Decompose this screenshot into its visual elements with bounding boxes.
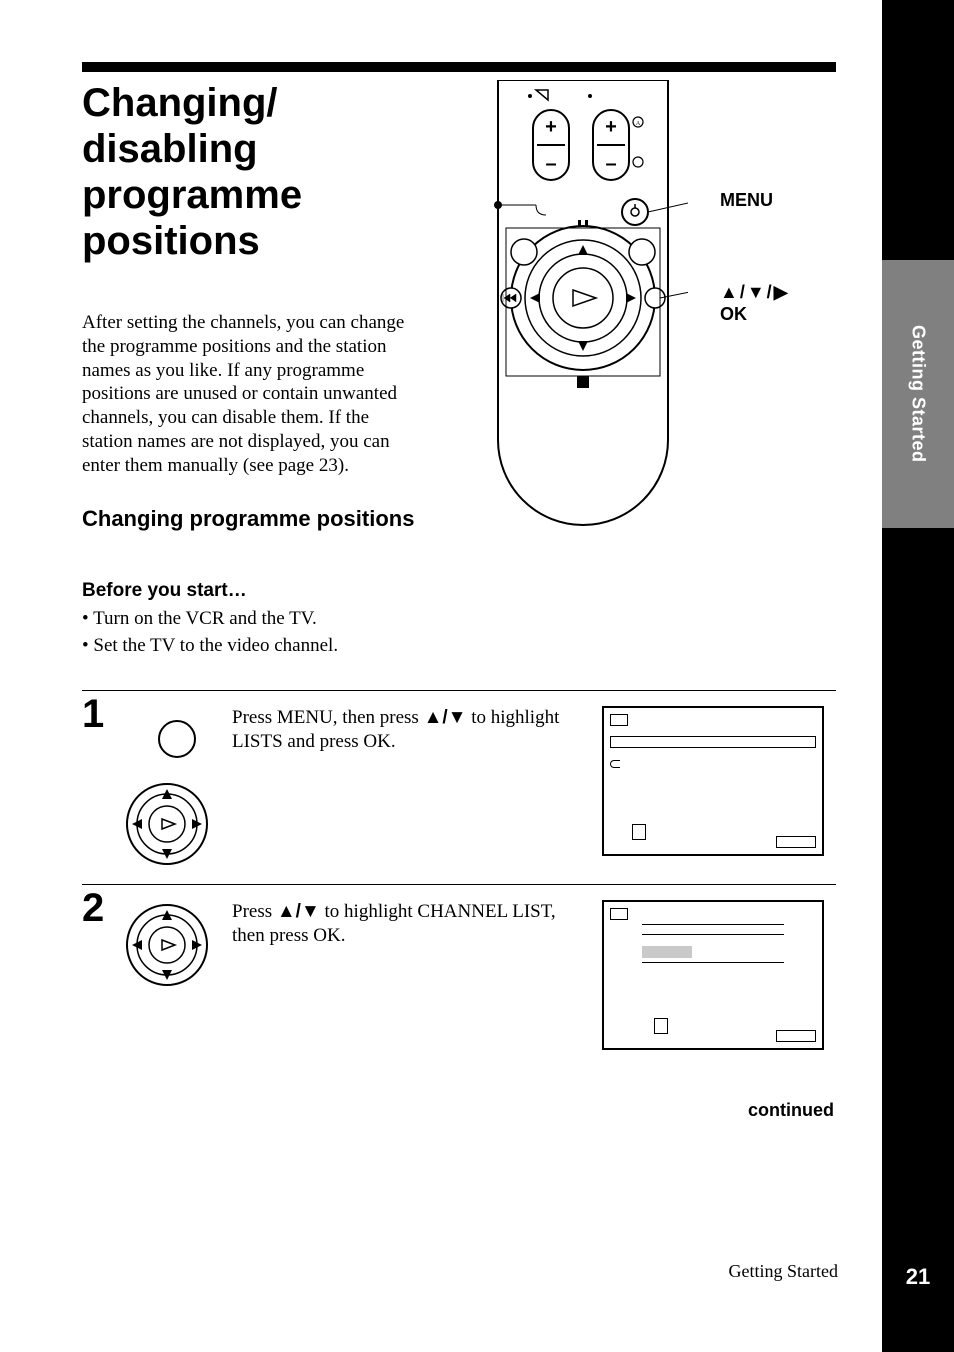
remote-icon: + – + – A	[478, 80, 688, 540]
step-number: 2	[82, 886, 104, 931]
footer-section-label: Getting Started	[0, 1261, 838, 1282]
screen-row	[642, 924, 784, 925]
before-you-start-list: Turn on the VCR and the TV. Set the TV t…	[82, 606, 442, 659]
step-divider	[82, 690, 836, 691]
screen-highlight	[642, 946, 692, 958]
side-bar-top-black	[882, 0, 954, 260]
step-remote-icon	[122, 900, 212, 990]
screen-footer-box	[776, 1030, 816, 1042]
step-text: Press MENU, then press ▲/▼ to highlight …	[232, 706, 582, 754]
top-rule	[82, 62, 836, 72]
screen-row	[642, 934, 784, 935]
list-item: Set the TV to the video channel.	[82, 633, 442, 660]
remote-label-ok: OK	[720, 304, 747, 325]
step-number: 1	[82, 692, 104, 737]
up-down-arrows-icon: ▲/▼	[277, 901, 320, 922]
right-arrow-icon: ▶	[774, 282, 788, 303]
step-text-pre: Press	[232, 901, 277, 922]
svg-text:–: –	[605, 153, 616, 175]
subsection-heading: Changing programme positions	[82, 506, 422, 531]
screen-illustration	[602, 706, 824, 856]
up-arrow-icon: ▲	[720, 282, 738, 303]
step-text-pre: Press MENU, then press	[232, 707, 424, 728]
screen-row	[642, 962, 784, 963]
page-number: 21	[882, 1264, 954, 1290]
remote-label-menu: MENU	[720, 190, 773, 211]
screen-header-icon	[610, 714, 628, 726]
side-tab-label: Getting Started	[908, 325, 929, 463]
screen-menu-bar	[610, 736, 816, 748]
svg-text:+: +	[605, 116, 617, 138]
side-tab: Getting Started	[882, 260, 954, 528]
down-arrow-icon: ▼	[747, 282, 765, 303]
svg-text:A: A	[636, 121, 641, 127]
remote-illustration: + – + – A	[478, 80, 688, 540]
svg-text:–: –	[545, 153, 556, 175]
screen-header-icon	[610, 908, 628, 920]
page-title: Changing/ disabling programme positions	[82, 80, 402, 264]
svg-text:+: +	[545, 116, 557, 138]
step-divider	[82, 884, 836, 885]
up-down-arrows-icon: ▲/▼	[424, 707, 467, 728]
step-remote-icon	[122, 714, 212, 864]
intro-paragraph: After setting the channels, you can chan…	[82, 311, 412, 477]
screen-footer-icon	[632, 824, 646, 840]
step-text: Press ▲/▼ to highlight CHANNEL LIST, the…	[232, 900, 582, 948]
list-item: Turn on the VCR and the TV.	[82, 606, 442, 633]
before-you-start-heading: Before you start…	[82, 580, 247, 602]
continued-label: continued	[748, 1100, 834, 1121]
screen-illustration	[602, 900, 824, 1050]
screen-footer-icon	[654, 1018, 668, 1034]
side-bar-bottom-black	[882, 528, 954, 1352]
screen-footer-box	[776, 836, 816, 848]
remote-label-arrows: ▲/▼/▶	[720, 282, 788, 303]
screen-cursor-icon	[610, 760, 620, 768]
